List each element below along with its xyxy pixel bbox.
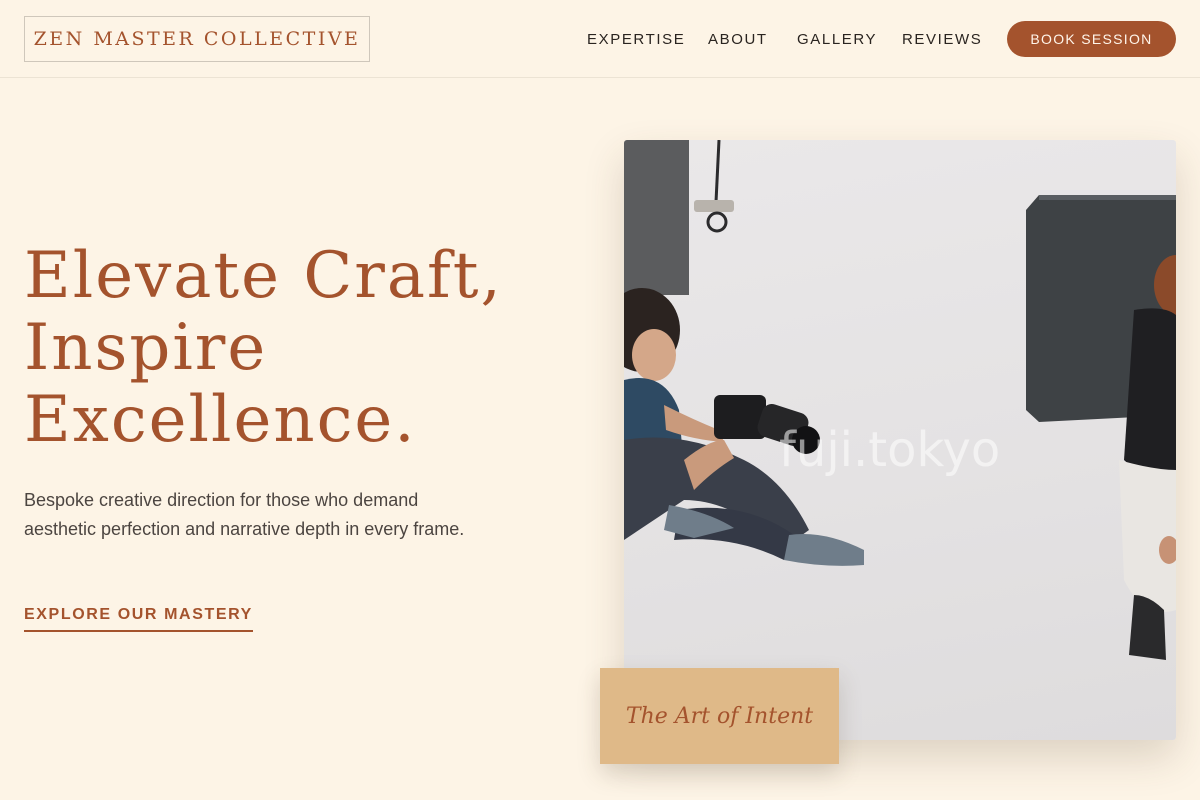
caption-card: The Art of Intent bbox=[600, 668, 839, 764]
explore-mastery-link[interactable]: EXPLORE OUR MASTERY bbox=[24, 606, 253, 632]
camera-body bbox=[714, 395, 766, 439]
hero-description: Bespoke creative direction for those who… bbox=[24, 490, 465, 539]
photographer-face bbox=[632, 329, 676, 381]
hero-title-line-3: Excellence. bbox=[24, 383, 417, 457]
nav-reviews[interactable]: REVIEWS bbox=[902, 21, 982, 57]
nav-expertise[interactable]: EXPERTISE bbox=[587, 21, 685, 57]
studio-wall bbox=[624, 140, 689, 295]
hero-title: Elevate Craft, Inspire Excellence. bbox=[24, 240, 544, 456]
model-dress bbox=[1119, 460, 1176, 612]
photographer-shoe bbox=[784, 534, 864, 566]
light-stand-pole bbox=[714, 140, 721, 203]
site-logo[interactable]: ZEN MASTER COLLECTIVE bbox=[24, 16, 370, 62]
hero-title-line-2: Inspire bbox=[24, 311, 268, 385]
book-session-button[interactable]: BOOK SESSION bbox=[1007, 21, 1176, 57]
site-header: ZEN MASTER COLLECTIVE EXPERTISE ABOUT GA… bbox=[0, 0, 1200, 78]
nav-gallery[interactable]: GALLERY bbox=[797, 21, 877, 57]
hero-title-line-1: Elevate Craft, bbox=[24, 239, 503, 313]
light-stand-base bbox=[694, 200, 734, 212]
image-watermark: fuji.tokyo bbox=[779, 422, 1001, 478]
hero-photo: fuji.tokyo bbox=[624, 140, 1176, 740]
nav-about[interactable]: ABOUT bbox=[708, 21, 768, 57]
light-stand-wheel bbox=[706, 211, 728, 233]
